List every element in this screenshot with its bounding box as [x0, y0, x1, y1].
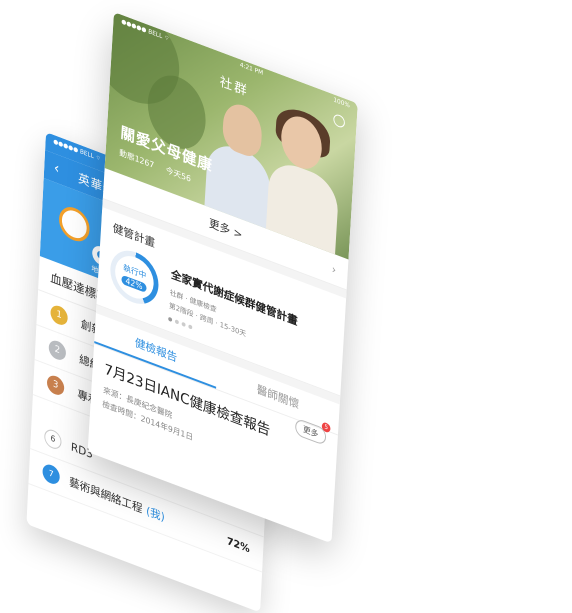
more-label: 更多 > — [208, 216, 243, 242]
progress-ring: 執行中 42% — [108, 243, 160, 312]
back-icon[interactable]: ‹ — [54, 160, 60, 178]
rank-number: 6 — [43, 427, 62, 452]
chevron-right-icon: › — [331, 262, 337, 277]
bronze-medal-icon: 3 — [46, 373, 65, 398]
rate-value: 72% — [226, 535, 250, 556]
rank-number: 7 — [42, 462, 61, 487]
battery-label: 100% — [333, 96, 351, 110]
gold-medal-icon: 1 — [50, 303, 69, 328]
avatar[interactable] — [58, 202, 91, 246]
community-screen: ●●●●● BELL ⌔ 4:21 PM 100% 社群 關愛父母健康 動態12… — [87, 12, 358, 544]
silver-medal-icon: 2 — [48, 338, 67, 363]
status-time: 4:21 PM — [239, 61, 264, 78]
